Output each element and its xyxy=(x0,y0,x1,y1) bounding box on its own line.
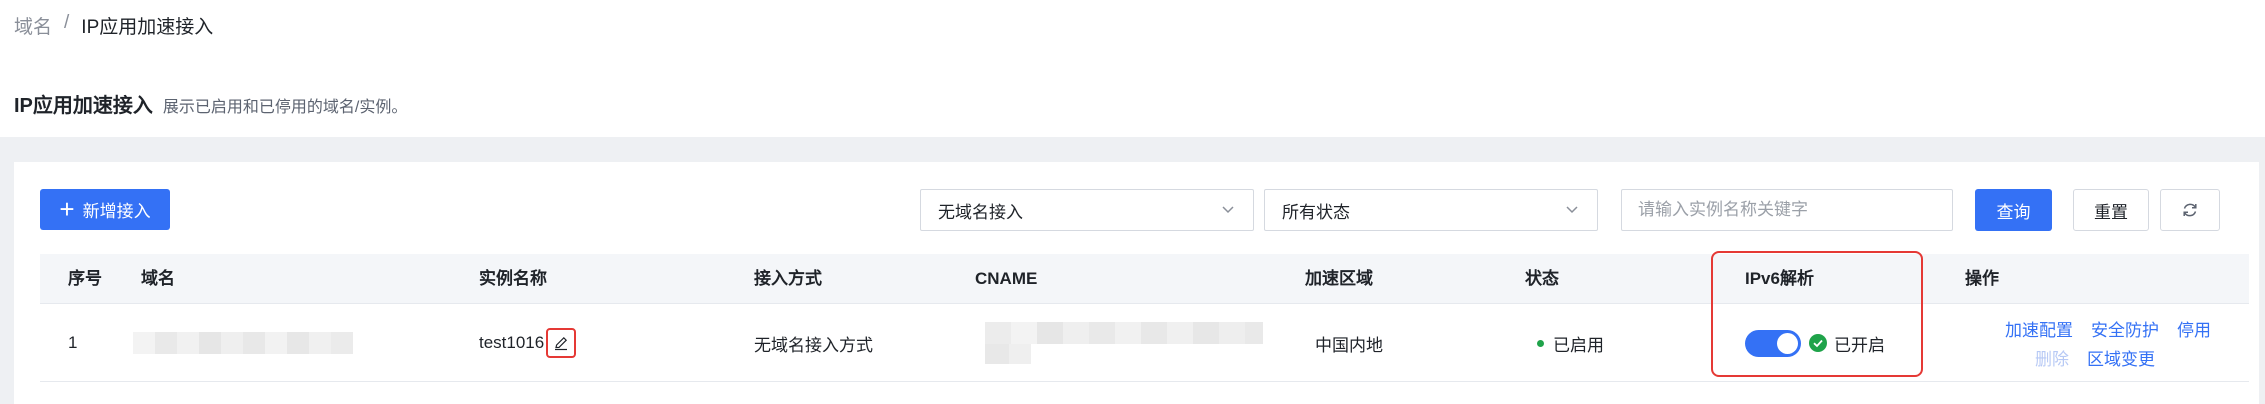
query-label: 查询 xyxy=(1996,202,2031,222)
row-index: 1 xyxy=(68,333,78,352)
column-status: 状态 xyxy=(1525,269,1559,288)
chevron-down-icon xyxy=(1566,206,1578,214)
reset-button[interactable]: 重置 xyxy=(2073,189,2149,231)
table-header: 序号 域名 实例名称 接入方式 CNAME 加速区域 状态 IPv6解析 操作 xyxy=(40,254,2249,304)
instance-list-card: + 新增接入 无域名接入 所有状态 查询 重置 序号 域名 实例名称 接入方式 … xyxy=(14,162,2259,404)
ipv6-cell: 已开启 xyxy=(1745,304,1885,382)
query-button[interactable]: 查询 xyxy=(1975,189,2052,231)
row-actions: 加速配置 安全防护 停用 删除 区域变更 xyxy=(2005,304,2211,382)
redacted-block xyxy=(985,322,1263,344)
table-row: 1 test1016 无域名接入方式 中国内地 已启用 已开启 加速配置 安全防… xyxy=(40,304,2249,382)
status-cell: 已启用 xyxy=(1537,304,1604,382)
access-cell: 无域名接入方式 xyxy=(754,335,873,355)
breadcrumb-parent[interactable]: 域名 xyxy=(14,12,52,39)
refresh-button[interactable] xyxy=(2160,189,2220,231)
redacted-block xyxy=(985,344,1263,364)
chevron-down-icon xyxy=(1222,206,1234,214)
status-select[interactable]: 所有状态 xyxy=(1264,189,1598,231)
column-region: 加速区域 xyxy=(1305,269,1373,288)
page-description: 展示已启用和已停用的域名/实例。 xyxy=(162,99,408,116)
delete-link: 删除 xyxy=(2035,350,2069,369)
status-text: 已启用 xyxy=(1553,335,1604,355)
instance-search-input[interactable] xyxy=(1621,189,1953,231)
column-instance: 实例名称 xyxy=(479,269,547,288)
disable-link[interactable]: 停用 xyxy=(2177,316,2211,341)
instance-cell: test1016 xyxy=(479,304,577,382)
edit-icon xyxy=(555,336,568,351)
redacted-block xyxy=(133,332,353,354)
region-change-link[interactable]: 区域变更 xyxy=(2087,345,2155,370)
page-header: 域名 / IP应用加速接入 IP应用加速接入 展示已启用和已停用的域名/实例。 xyxy=(0,0,2265,137)
column-access: 接入方式 xyxy=(754,269,822,288)
column-actions: 操作 xyxy=(1965,269,1999,288)
column-domain: 域名 xyxy=(141,269,175,288)
ipv6-toggle[interactable] xyxy=(1745,329,1801,357)
add-access-label: 新增接入 xyxy=(82,202,151,221)
domain-redacted xyxy=(133,304,353,382)
edit-instance-name-button[interactable] xyxy=(546,328,577,358)
breadcrumb: 域名 / IP应用加速接入 xyxy=(14,12,213,39)
plus-icon: + xyxy=(59,193,75,224)
refresh-icon xyxy=(2183,203,2197,217)
region-cell: 中国内地 xyxy=(1315,335,1383,355)
security-protection-link[interactable]: 安全防护 xyxy=(2091,316,2159,341)
check-circle-icon xyxy=(1809,334,1827,352)
access-type-select[interactable]: 无域名接入 xyxy=(920,189,1254,231)
breadcrumb-separator: / xyxy=(64,12,70,33)
reset-label: 重置 xyxy=(2094,202,2128,222)
breadcrumb-current: IP应用加速接入 xyxy=(81,17,214,38)
toggle-knob xyxy=(1777,332,1798,354)
acceleration-config-link[interactable]: 加速配置 xyxy=(2005,316,2073,341)
column-cname: CNAME xyxy=(975,269,1038,288)
status-dot-icon xyxy=(1537,339,1544,347)
access-type-value: 无域名接入 xyxy=(938,202,1023,222)
page-title-row: IP应用加速接入 展示已启用和已停用的域名/实例。 xyxy=(14,89,407,118)
column-index: 序号 xyxy=(68,269,102,288)
column-ipv6: IPv6解析 xyxy=(1745,269,1814,288)
add-access-button[interactable]: + 新增接入 xyxy=(40,189,170,230)
cname-redacted xyxy=(985,304,1263,382)
ipv6-status-text: 已开启 xyxy=(1834,335,1885,355)
status-value: 所有状态 xyxy=(1282,202,1350,222)
page-title: IP应用加速接入 xyxy=(14,95,153,117)
instance-name: test1016 xyxy=(479,333,545,352)
